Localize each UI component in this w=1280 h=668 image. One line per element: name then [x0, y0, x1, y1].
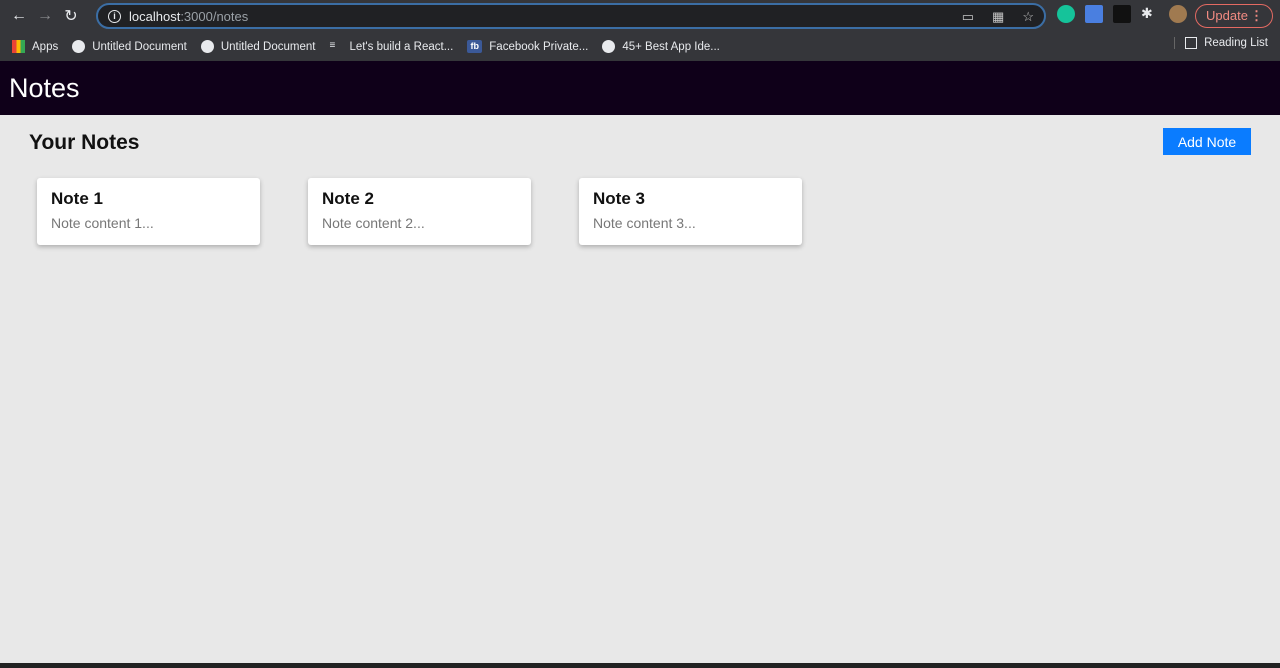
- reading-list-button[interactable]: Reading List: [1174, 37, 1268, 49]
- globe-icon: [602, 40, 616, 53]
- note-card[interactable]: Note 2 Note content 2...: [308, 178, 531, 245]
- bookmark-item[interactable]: 45+ Best App Ide...: [602, 40, 720, 53]
- grammarly-icon[interactable]: [1057, 5, 1075, 23]
- note-title: Note 3: [593, 189, 645, 208]
- note-content: Note content 3...: [593, 215, 696, 231]
- cast-icon[interactable]: ▭: [962, 9, 974, 25]
- bookmark-item[interactable]: Untitled Document: [72, 40, 187, 53]
- bookmark-item[interactable]: fb Facebook Private...: [467, 40, 588, 53]
- list-icon: ≡: [329, 40, 336, 51]
- translate-icon[interactable]: [1085, 5, 1103, 23]
- facebook-icon: fb: [467, 40, 483, 53]
- globe-icon: [72, 40, 86, 53]
- note-title: Note 1: [51, 189, 103, 208]
- bookmark-item[interactable]: ≡ Let's build a React...: [329, 40, 453, 53]
- bookmark-label: Facebook Private...: [489, 40, 589, 53]
- forward-icon[interactable]: →: [32, 7, 58, 25]
- notes-list: Note 1 Note content 1... Note 2 Note conte…: [0, 155, 1280, 245]
- note-title: Note 2: [322, 189, 374, 208]
- bookmark-label: Let's build a React...: [349, 40, 454, 53]
- page-title: Your Notes: [29, 130, 140, 154]
- reading-list-icon: [1185, 37, 1198, 49]
- add-note-button[interactable]: Add Note: [1163, 128, 1251, 155]
- extensions-puzzle-icon[interactable]: ✱: [1141, 5, 1159, 23]
- note-card[interactable]: Note 3 Note content 3...: [579, 178, 802, 245]
- more-vert-icon: ⋮: [1250, 8, 1263, 23]
- medium-icon[interactable]: [1113, 5, 1131, 23]
- site-info-icon[interactable]: i: [108, 9, 121, 23]
- address-bar[interactable]: i localhost:3000/notes ▭ ▦ ☆: [96, 3, 1046, 29]
- app-title: Notes: [9, 73, 80, 103]
- url-path: :3000/notes: [180, 8, 249, 24]
- bookmark-label: Apps: [32, 40, 59, 53]
- bookmark-label: Untitled Document: [92, 40, 187, 53]
- browser-chrome: ← → ↻ i localhost:3000/notes ▭ ▦ ☆ ✱ Upd…: [0, 0, 1280, 61]
- update-label: Update: [1206, 8, 1248, 23]
- note-card[interactable]: Note 1 Note content 1...: [37, 178, 260, 245]
- qr-icon[interactable]: ▦: [992, 9, 1004, 25]
- bookmark-label: Untitled Document: [220, 40, 316, 53]
- url-host: localhost: [129, 8, 181, 24]
- bookmark-item[interactable]: Untitled Document: [200, 40, 316, 53]
- back-icon[interactable]: ←: [6, 7, 32, 25]
- reading-list-label: Reading List: [1204, 37, 1268, 49]
- bookmark-apps[interactable]: Apps: [12, 40, 58, 53]
- update-button[interactable]: Update ⋮: [1195, 4, 1273, 28]
- globe-icon: [200, 40, 214, 53]
- bookmarks-bar: Apps Untitled Document Untitled Document…: [0, 32, 1280, 61]
- apps-grid-icon: [12, 40, 25, 53]
- app-navbar: Notes: [0, 61, 1280, 115]
- note-content: Note content 2...: [322, 215, 425, 231]
- note-content: Note content 1...: [51, 215, 154, 231]
- avatar[interactable]: [1169, 5, 1187, 23]
- dock-edge: [0, 663, 1280, 668]
- bookmark-label: 45+ Best App Ide...: [622, 40, 720, 53]
- star-icon[interactable]: ☆: [1022, 9, 1034, 25]
- reload-icon[interactable]: ↻: [58, 6, 84, 26]
